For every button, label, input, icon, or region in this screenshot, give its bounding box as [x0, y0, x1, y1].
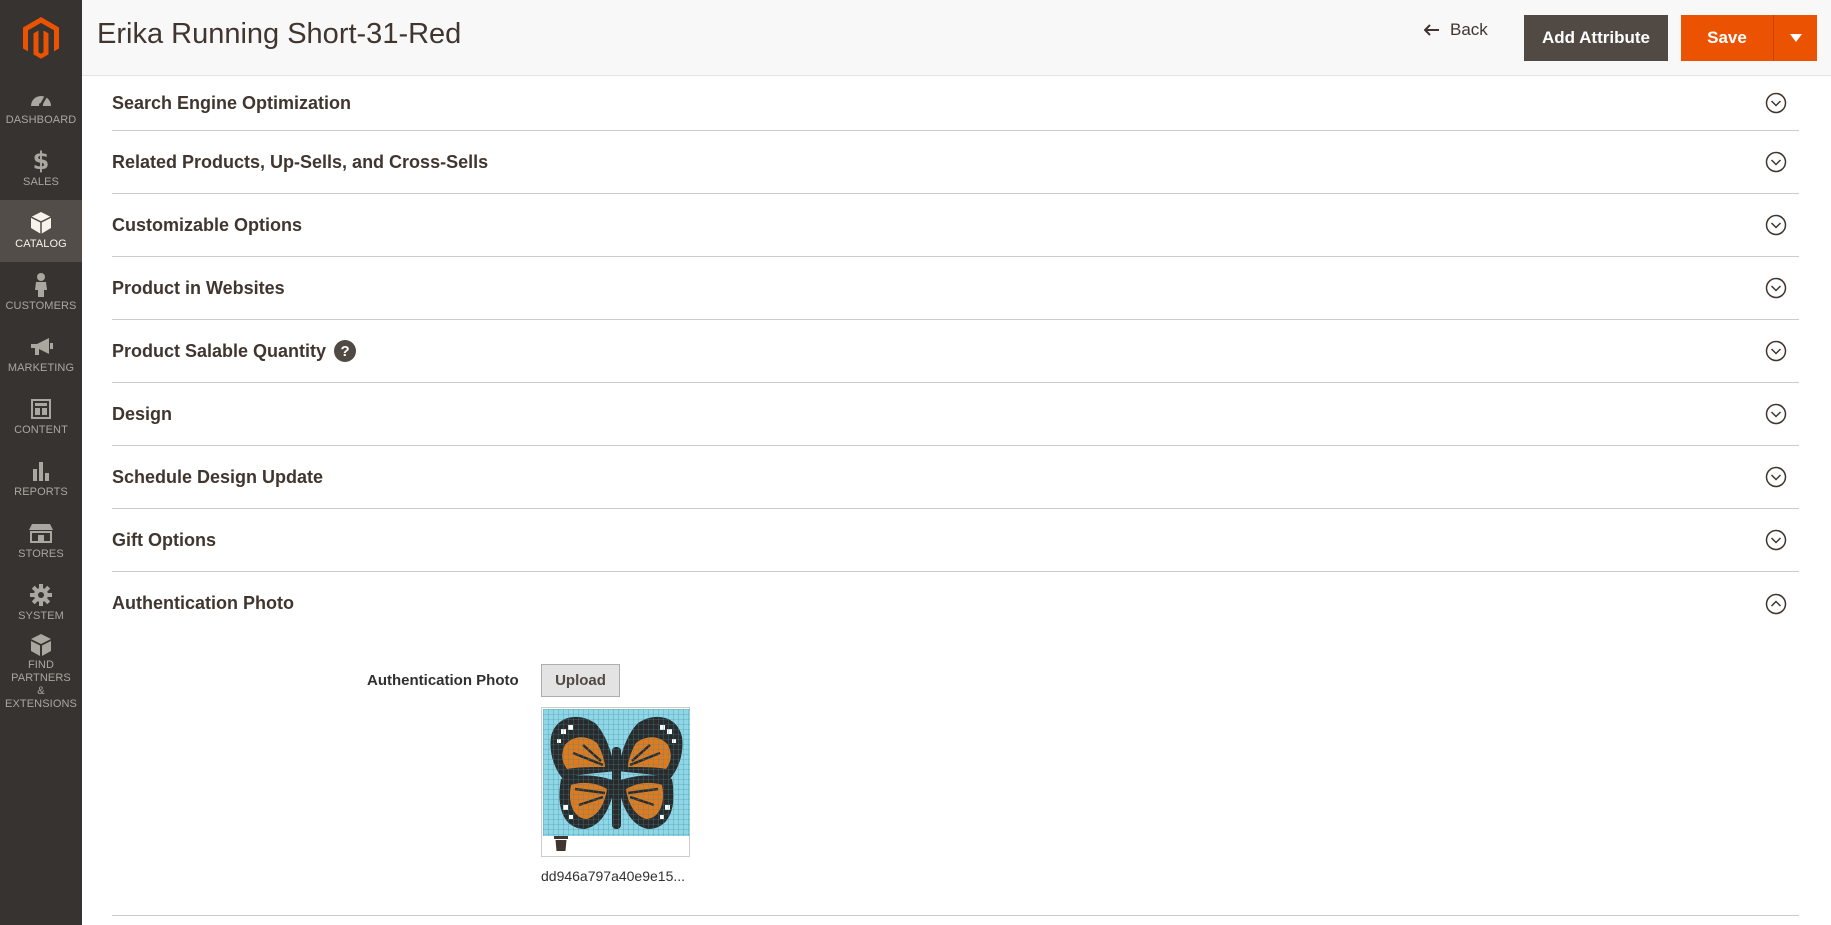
dollar-icon: $	[32, 147, 50, 175]
nav-content-label: CONTENT	[14, 424, 68, 436]
back-button-label: Back	[1450, 20, 1488, 39]
nav-dashboard[interactable]: DASHBOARD	[0, 76, 82, 138]
chevron-down-icon	[1765, 340, 1787, 362]
nav-stores-label: STORES	[18, 548, 64, 560]
section-title: Related Products, Up-Sells, and Cross-Se…	[112, 151, 489, 172]
page-title: Erika Running Short-31-Red	[97, 18, 462, 50]
section-title: Search Engine Optimization	[112, 92, 352, 113]
nav-marketing[interactable]: MARKETING	[0, 324, 82, 386]
upload-button[interactable]: Upload	[541, 664, 620, 697]
butterfly-image	[543, 709, 690, 836]
chevron-down-icon	[1765, 403, 1787, 425]
person-icon	[34, 273, 48, 297]
section-schedule-design-update[interactable]: Schedule Design Update	[112, 446, 1799, 509]
arrow-left-icon	[1424, 24, 1439, 36]
section-gift-options[interactable]: Gift Options	[112, 509, 1799, 572]
nav-content[interactable]: CONTENT	[0, 386, 82, 448]
box-icon	[31, 211, 51, 235]
bar-chart-icon	[31, 459, 51, 483]
nav-marketing-label: MARKETING	[7, 362, 75, 374]
magento-logo-icon	[23, 17, 59, 59]
nav-sales[interactable]: $ SALES	[0, 138, 82, 200]
nav-catalog-label: CATALOG	[15, 238, 67, 250]
back-button[interactable]: Back	[1424, 20, 1488, 40]
admin-sidebar: DASHBOARD $ SALES CATALOG CUSTOMERS MARK…	[0, 0, 82, 925]
uploaded-image-preview[interactable]	[541, 707, 690, 857]
nav-find-partners[interactable]: FIND PARTNERS & EXTENSIONS	[0, 633, 82, 711]
section-title: Gift Options	[112, 529, 216, 550]
authentication-photo-label: Authentication Photo	[367, 672, 519, 689]
uploaded-file-name: dd946a797a40e9e15...	[541, 868, 686, 884]
nav-reports[interactable]: REPORTS	[0, 448, 82, 510]
chevron-down-icon	[1765, 529, 1787, 551]
chevron-down-icon	[1765, 151, 1787, 173]
nav-find-partners-line1: FIND PARTNERS	[11, 658, 71, 684]
nav-reports-label: REPORTS	[14, 486, 68, 498]
chevron-down-icon	[1765, 466, 1787, 488]
nav-dashboard-label: DASHBOARD	[5, 114, 77, 126]
section-title: Authentication Photo	[112, 593, 294, 613]
nav-find-partners-line2: & EXTENSIONS	[5, 684, 77, 710]
section-product-in-websites[interactable]: Product in Websites	[112, 257, 1799, 320]
page-header: Erika Running Short-31-Red Back Add Attr…	[82, 0, 1831, 76]
nav-customers-label: CUSTOMERS	[5, 300, 77, 312]
chevron-down-icon	[1765, 92, 1787, 114]
section-title: Product in Websites	[112, 277, 285, 298]
help-icon[interactable]: ?	[334, 340, 357, 362]
section-design[interactable]: Design	[112, 383, 1799, 446]
gear-icon	[30, 583, 52, 607]
dashboard-icon	[29, 87, 53, 111]
section-title: Design	[112, 403, 173, 424]
chevron-up-icon	[1765, 593, 1787, 614]
megaphone-icon	[29, 335, 53, 359]
chevron-down-icon	[1765, 277, 1787, 299]
nav-customers[interactable]: CUSTOMERS	[0, 262, 82, 324]
section-customizable-options[interactable]: Customizable Options	[112, 194, 1799, 257]
section-title: Product Salable Quantity	[112, 340, 327, 361]
chevron-down-icon	[1765, 214, 1787, 236]
layout-icon	[31, 397, 51, 421]
magento-logo[interactable]	[0, 0, 82, 76]
nav-system[interactable]: SYSTEM	[0, 572, 82, 634]
section-product-salable-quantity[interactable]: Product Salable Quantity ?	[112, 320, 1799, 383]
add-attribute-button[interactable]: Add Attribute	[1524, 15, 1668, 61]
caret-down-icon	[1789, 34, 1802, 42]
product-form-sections: Search Engine Optimization Related Produ…	[112, 76, 1799, 635]
nav-find-partners-label: FIND PARTNERS & EXTENSIONS	[0, 659, 82, 711]
section-related-products[interactable]: Related Products, Up-Sells, and Cross-Se…	[112, 131, 1799, 194]
cubes-icon	[30, 633, 52, 656]
section-authentication-photo[interactable]: Authentication Photo	[112, 572, 1799, 635]
store-icon	[29, 521, 53, 545]
nav-stores[interactable]: STORES	[0, 510, 82, 572]
save-options-toggle[interactable]	[1773, 15, 1817, 61]
nav-sales-label: SALES	[23, 176, 59, 188]
trash-icon	[554, 836, 568, 851]
authentication-photo-field: Authentication Photo Upload dd946a797a40…	[112, 664, 1799, 916]
save-button[interactable]: Save	[1681, 15, 1773, 61]
section-title: Schedule Design Update	[112, 466, 324, 487]
nav-catalog[interactable]: CATALOG	[0, 200, 82, 262]
section-search-engine-optimization[interactable]: Search Engine Optimization	[112, 76, 1799, 131]
nav-system-label: SYSTEM	[18, 610, 64, 622]
section-title: Customizable Options	[112, 214, 303, 235]
section-title-wrap: Product Salable Quantity ?	[112, 340, 357, 362]
